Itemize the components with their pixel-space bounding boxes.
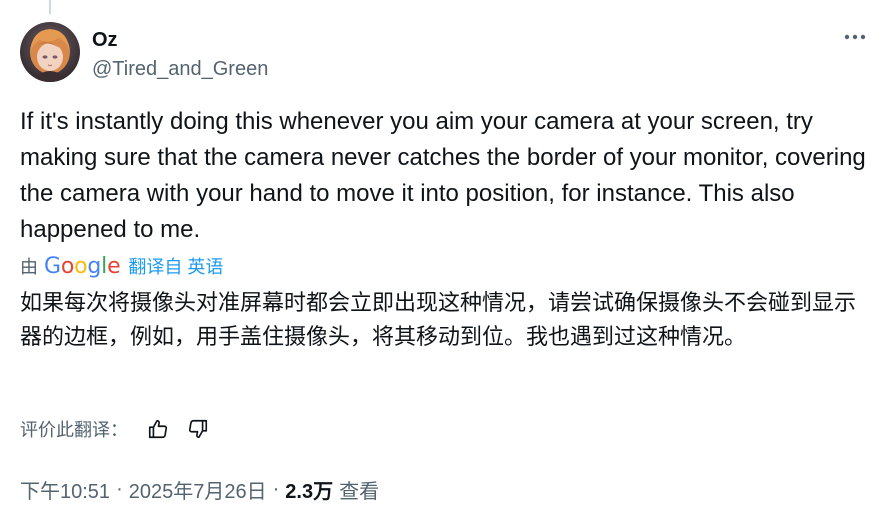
views-label: 查看 (339, 480, 380, 503)
tweet-time[interactable]: 下午10:51 (20, 475, 110, 504)
thumbs-up-button[interactable] (142, 414, 174, 444)
translated-text: 如果每次将摄像头对准屏幕时都会立即出现这种情况，请尝试确保摄像头不会碰到显示器的… (20, 290, 857, 349)
avatar-image (20, 22, 80, 82)
thumbs-up-icon (148, 419, 168, 439)
google-logo: Google (44, 254, 121, 279)
tweet-text: If it's instantly doing this whenever yo… (20, 108, 866, 243)
avatar[interactable] (20, 22, 80, 82)
tweet-date[interactable]: 2025年7月26日 (129, 475, 267, 504)
user-handle[interactable]: @Tired_and_Green (92, 57, 268, 81)
thread-connector-line (49, 0, 51, 14)
translation-attribution: 由 Google 翻译自 英语 (20, 252, 223, 280)
thumbs-down-icon (188, 419, 208, 439)
meta-separator: · (116, 477, 123, 500)
thumbs-down-button[interactable] (182, 414, 214, 444)
translated-from-link[interactable]: 翻译自 英语 (128, 253, 223, 279)
rate-translation-label: 评价此翻译： (20, 420, 128, 440)
display-name[interactable]: Oz (92, 28, 118, 52)
more-options-button[interactable] (838, 24, 872, 50)
view-count: 2.3万 (285, 480, 334, 503)
meta-separator: · (272, 477, 280, 500)
tweet-meta: 下午10:51 · 2025年7月26日 · 2.3万 查看 (20, 474, 379, 504)
more-horizontal-icon (844, 34, 866, 40)
translated-by-prefix: 由 (20, 257, 38, 277)
rate-translation-row: 评价此翻译： (20, 414, 222, 444)
